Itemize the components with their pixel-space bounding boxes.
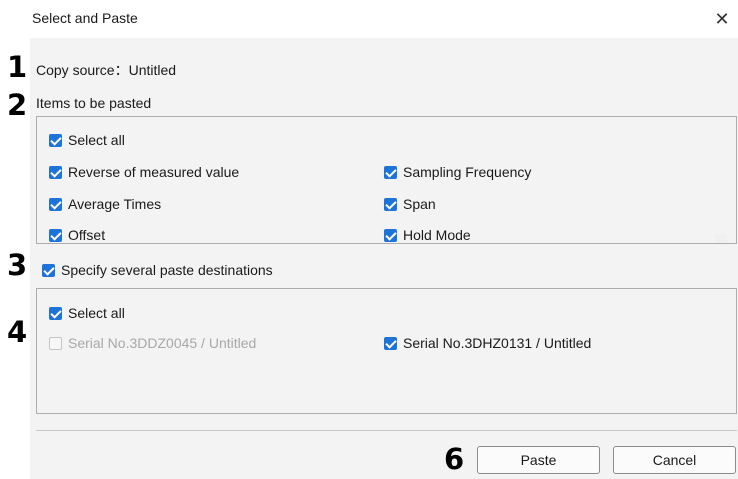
- title-bar: Select and Paste ✕: [0, 0, 738, 38]
- marker-4: 4: [7, 315, 28, 349]
- window-title: Select and Paste: [32, 10, 138, 26]
- cancel-button[interactable]: Cancel: [613, 446, 736, 474]
- marker-6: 6: [444, 442, 465, 476]
- destination-3dhz0131-checkbox[interactable]: Serial No.3DHZ0131 / Untitled: [384, 335, 591, 351]
- item-sampling-frequency-checkbox[interactable]: Sampling Frequency: [384, 164, 531, 180]
- checkbox-box: [384, 197, 397, 211]
- paste-button[interactable]: Paste: [477, 446, 600, 474]
- destinations-select-all-checkbox[interactable]: Select all: [49, 305, 125, 321]
- item-offset-checkbox[interactable]: Offset: [49, 227, 105, 243]
- checkbox-label: Offset: [68, 227, 106, 243]
- copy-source-label: Copy source：Untitled: [36, 62, 177, 78]
- multi-destination-checkbox[interactable]: Specify several paste destinations: [42, 262, 273, 278]
- checkbox-box: [384, 228, 397, 242]
- checkbox-label: Select all: [68, 132, 125, 148]
- checkbox-label: Sampling Frequency: [403, 164, 532, 180]
- marker-3: 3: [7, 248, 28, 282]
- checkbox-box: [384, 165, 397, 179]
- checkbox-box: [49, 228, 62, 242]
- item-span-checkbox[interactable]: Span: [384, 196, 436, 212]
- checkbox-label: Select all: [68, 305, 125, 321]
- destinations-panel: Select all Serial No.3DDZ0045 / Untitled…: [36, 288, 737, 414]
- close-icon[interactable]: ✕: [706, 4, 738, 34]
- checkbox-label: Span: [403, 196, 436, 212]
- checkbox-box: [49, 197, 62, 211]
- checkbox-label: Reverse of measured value: [68, 164, 240, 180]
- checkbox-label: Serial No.3DDZ0045 / Untitled: [68, 335, 257, 351]
- checkbox-box: [42, 263, 55, 277]
- items-scrollbar[interactable]: [715, 234, 727, 243]
- items-panel: Select all Reverse of measured value Sam…: [36, 116, 737, 244]
- checkbox-label: Specify several paste destinations: [61, 262, 273, 278]
- item-hold-mode-checkbox[interactable]: Hold Mode: [384, 227, 471, 243]
- marker-2: 2: [7, 88, 28, 122]
- item-reverse-measured-checkbox[interactable]: Reverse of measured value: [49, 164, 239, 180]
- checkbox-label: Average Times: [68, 196, 162, 212]
- item-average-times-checkbox[interactable]: Average Times: [49, 196, 161, 212]
- checkbox-box: [49, 133, 62, 147]
- items-heading: Items to be pasted: [36, 95, 152, 111]
- checkbox-box: [49, 336, 62, 350]
- checkbox-box: [49, 306, 62, 320]
- destination-3ddz0045-checkbox: Serial No.3DDZ0045 / Untitled: [49, 335, 256, 351]
- checkbox-box: [384, 336, 397, 350]
- items-select-all-checkbox[interactable]: Select all: [49, 132, 125, 148]
- checkbox-label: Hold Mode: [403, 227, 471, 243]
- marker-1: 1: [7, 50, 28, 84]
- checkbox-box: [49, 165, 62, 179]
- checkbox-label: Serial No.3DHZ0131 / Untitled: [403, 335, 592, 351]
- footer-separator: [36, 430, 737, 431]
